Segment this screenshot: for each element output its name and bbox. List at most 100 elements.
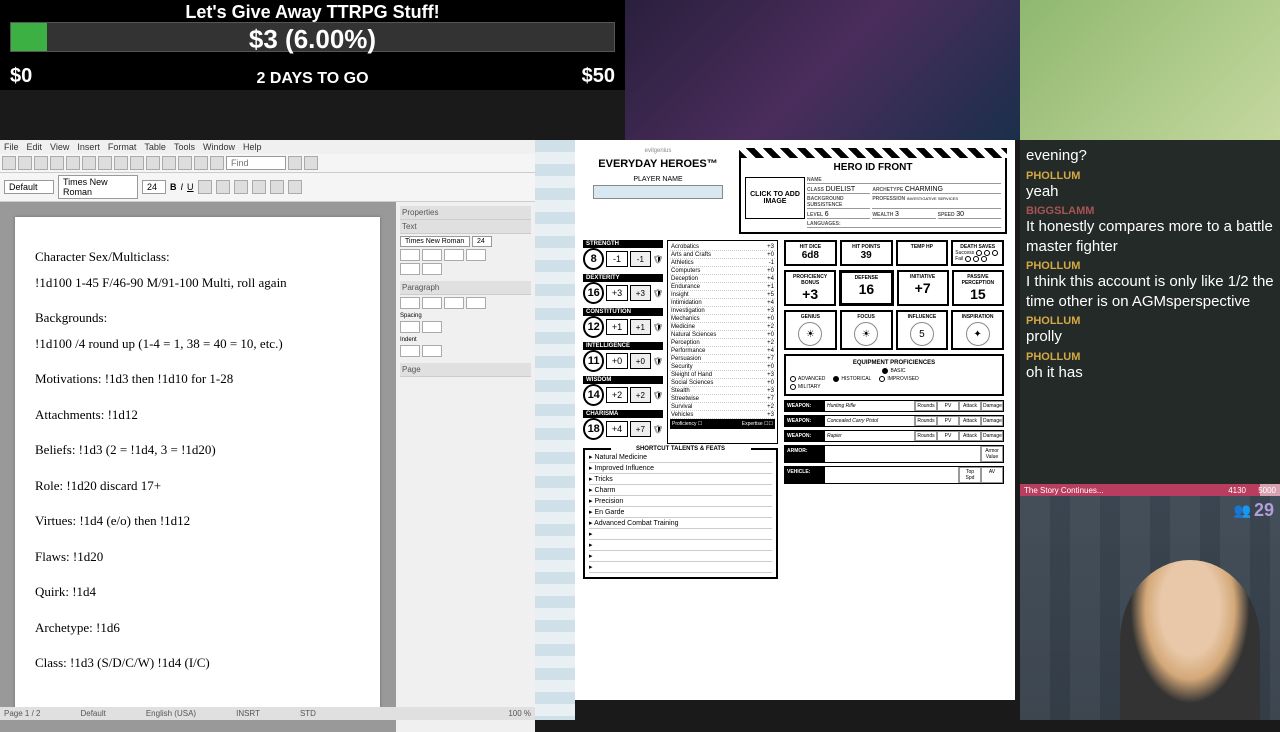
props-indent2[interactable] [422,345,442,357]
skill-row: Vehicles+3 [670,411,775,419]
props-align-l[interactable] [400,297,420,309]
banner-title: Let's Give Away TTRPG Stuff! [0,0,625,23]
highlight-icon[interactable] [304,156,318,170]
italic-icon[interactable]: I [181,182,184,192]
doc-line: Role: !1d20 discard 17+ [35,476,360,496]
armor-name[interactable] [825,446,981,462]
undo-icon[interactable] [114,156,128,170]
redo-icon[interactable] [130,156,144,170]
props-para-hdr[interactable]: Paragraph [400,281,531,295]
ep-advanced[interactable] [790,376,796,382]
open-icon[interactable] [18,156,32,170]
skill-row: Computers+0 [670,267,775,275]
vehicle-name[interactable] [825,467,959,483]
print-icon[interactable] [50,156,64,170]
menu-tools[interactable]: Tools [174,142,195,152]
ep-historical[interactable] [833,376,839,382]
help-icon[interactable] [210,156,224,170]
props-align-c[interactable] [422,297,442,309]
weapon-name[interactable]: Concealed Carry Pistol [825,416,915,426]
skill-name: Natural Sciences [671,332,716,338]
font-combo[interactable]: Times New Roman [58,175,138,199]
shield-icon: 🛡 [653,391,663,400]
player-name-input[interactable] [593,185,723,199]
props-font[interactable]: Times New Roman [400,236,470,247]
save-icon[interactable] [34,156,48,170]
zoom-icon[interactable] [194,156,208,170]
document-page[interactable]: Character Sex/Multiclass: !1d100 1-45 F/… [15,217,380,717]
paste-icon[interactable] [98,156,112,170]
skill-row: Social Sciences+0 [670,379,775,387]
menubar[interactable]: File Edit View Insert Format Table Tools… [0,140,535,154]
menu-help[interactable]: Help [243,142,262,152]
defense-box[interactable]: DEFENSE16 [839,270,893,306]
hero-id-card: HERO ID FRONT CLICK TO ADD IMAGE NAME CL… [739,148,1007,234]
skills-list: Acrobatics+3Arts and Crafts+0Athletics-1… [667,240,778,444]
table-icon[interactable] [146,156,160,170]
props-bold[interactable] [400,249,420,261]
bold-icon[interactable]: B [170,182,177,192]
props-size[interactable]: 24 [472,236,492,247]
ep-improvised[interactable] [879,376,885,382]
menu-table[interactable]: Table [144,142,166,152]
prof-val: INVESTIGATIVE SERVICES [907,196,958,201]
align-left-icon[interactable] [198,180,212,194]
props-spacing2[interactable] [422,321,442,333]
menu-edit[interactable]: Edit [27,142,43,152]
archetype-val: CHARMING [905,186,943,193]
skill-val: +3 [767,308,774,314]
props-page-hdr[interactable]: Page [400,363,531,377]
props-italic[interactable] [422,249,442,261]
new-icon[interactable] [2,156,16,170]
spell-icon[interactable] [178,156,192,170]
font-color-icon[interactable] [288,180,302,194]
style-combo[interactable]: Default [4,180,54,194]
props-align-j[interactable] [466,297,486,309]
weapon-name[interactable]: Hunting Rifle [825,401,915,411]
ep-basic[interactable] [882,368,888,374]
props-highlight[interactable] [422,263,442,275]
ds-pip[interactable] [973,256,979,262]
ds-pip[interactable] [965,256,971,262]
props-color[interactable] [400,263,420,275]
find-next-icon[interactable] [288,156,302,170]
copy-icon[interactable] [82,156,96,170]
ability-name: STRENGTH [583,240,663,248]
numbering-icon[interactable] [270,180,284,194]
props-indent1[interactable] [400,345,420,357]
initiative-box: INITIATIVE+7 [897,270,949,306]
ability-score: 12 [583,316,604,338]
props-spacing1[interactable] [400,321,420,333]
weapon-name[interactable]: Rapier [825,431,915,441]
weapon-block: WEAPON: Hunting Rifle Rounds PV Attack D… [784,400,1004,412]
document-viewport[interactable]: Character Sex/Multiclass: !1d100 1-45 F/… [0,202,395,732]
chat-panel[interactable]: evening? PHOLLUM yeah BIGGSLAMM It hones… [1020,140,1280,490]
menu-view[interactable]: View [50,142,69,152]
skill-row: Endurance+1 [670,283,775,291]
cut-icon[interactable] [66,156,80,170]
underline-icon[interactable]: U [187,182,194,192]
status-insert: INSRT [236,709,260,718]
menu-format[interactable]: Format [108,142,137,152]
size-combo[interactable]: 24 [142,180,166,194]
ep-military[interactable] [790,384,796,390]
skill-name: Survival [671,404,692,410]
link-icon[interactable] [162,156,176,170]
add-image-button[interactable]: CLICK TO ADD IMAGE [745,177,805,219]
toolbar-main [0,154,535,173]
align-center-icon[interactable] [216,180,230,194]
props-text-hdr[interactable]: Text [400,220,531,234]
ability-mod: +4 [606,421,627,437]
skill-name: Perception [671,340,700,346]
menu-window[interactable]: Window [203,142,235,152]
props-underline[interactable] [444,249,464,261]
align-right-icon[interactable] [234,180,248,194]
props-align-r[interactable] [444,297,464,309]
find-input[interactable] [226,156,286,170]
menu-file[interactable]: File [4,142,19,152]
ds-pip[interactable] [981,256,987,262]
menu-insert[interactable]: Insert [77,142,100,152]
skill-row: Security+0 [670,363,775,371]
bullets-icon[interactable] [252,180,266,194]
props-strike[interactable] [466,249,486,261]
